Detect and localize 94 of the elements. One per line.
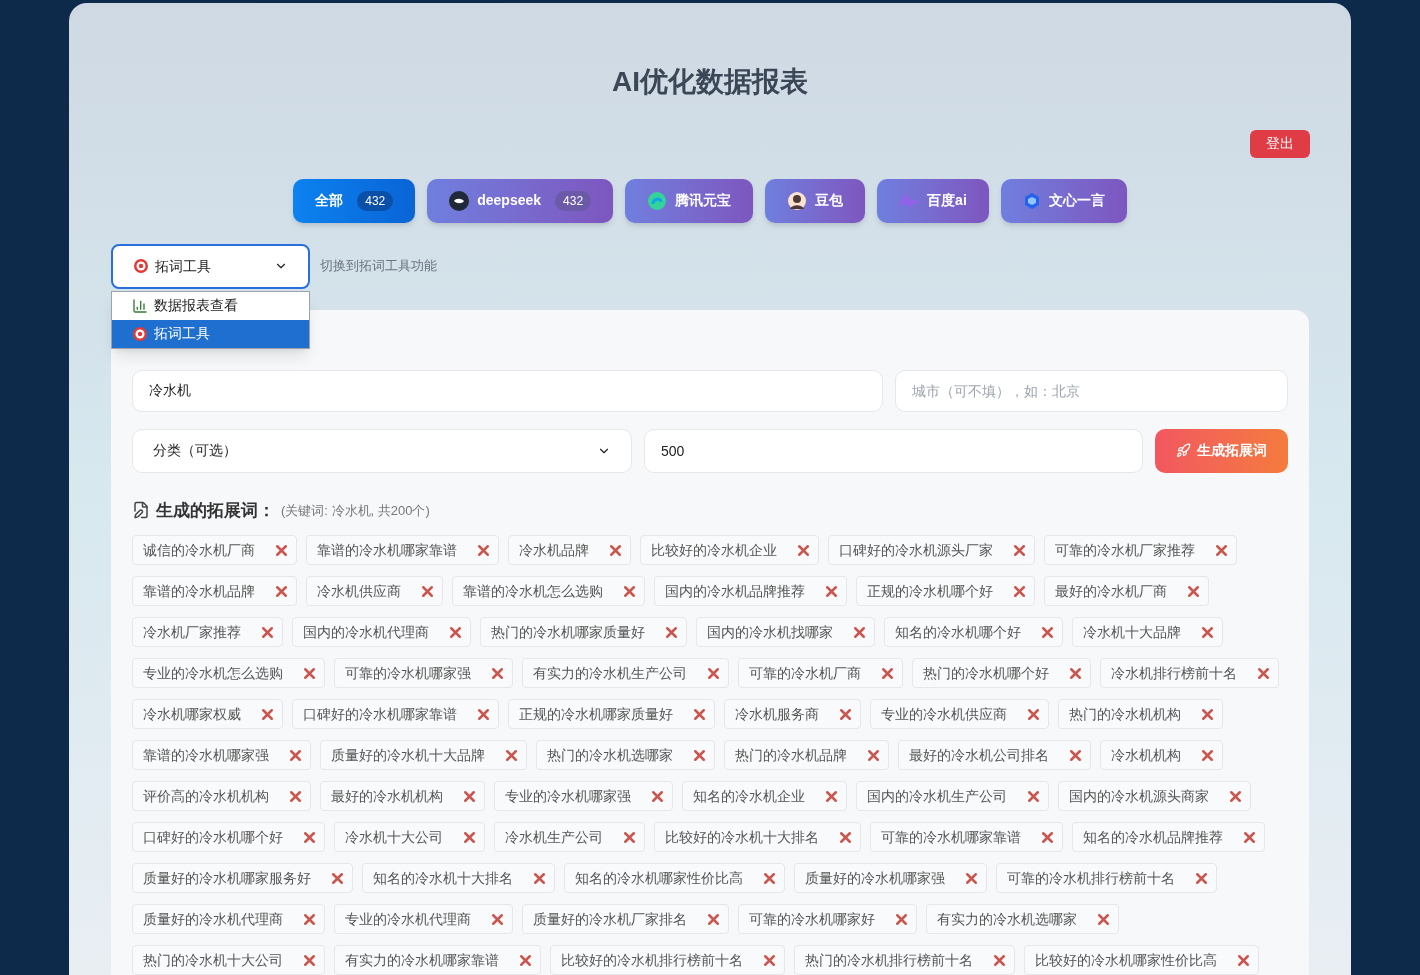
mode-hint: 切换到拓词工具功能 [320, 257, 437, 276]
keyword-tag: 知名的冷水机十大排名 [362, 863, 555, 893]
keyword-tag: 知名的冷水机企业 [682, 781, 847, 811]
keyword-tag: 可靠的冷水机厂家推荐 [1044, 535, 1237, 565]
keyword-tag: 冷水机机构 [1100, 740, 1223, 770]
logout-button[interactable]: 登出 [1250, 130, 1310, 158]
filter-tab[interactable]: 豆包 [765, 178, 866, 223]
keyword-tag: 知名的冷水机哪个好 [884, 617, 1063, 647]
city-input[interactable]: 城市（可不填），如：北京 [895, 369, 1288, 412]
keyword-tag: 国内的冷水机代理商 [292, 617, 471, 647]
generate-button[interactable]: 生成拓展词 [1155, 428, 1288, 473]
target-icon [133, 258, 149, 274]
keyword-tag: 诚信的冷水机厂商 [132, 535, 297, 565]
keyword-tag: 质量好的冷水机厂家排名 [522, 904, 729, 934]
keyword-tag: 热门的冷水机排行榜前十名 [794, 945, 1015, 975]
filter-tab[interactable]: 全部 432 [293, 178, 416, 223]
keyword-tag: 冷水机生产公司 [494, 822, 645, 852]
whale-logo-icon [449, 190, 470, 211]
filter-tab[interactable]: 百度ai [877, 178, 989, 223]
keyword-tag: 可靠的冷水机哪家靠谱 [870, 822, 1063, 852]
count-badge: 432 [555, 190, 592, 211]
keyword-tag: 冷水机供应商 [306, 576, 443, 606]
keyword-tag: 热门的冷水机选哪家 [536, 740, 715, 770]
keyword-tag: 国内的冷水机找哪家 [696, 617, 875, 647]
keyword-tag: 有实力的冷水机生产公司 [522, 658, 729, 688]
keyword-tag: 质量好的冷水机哪家强 [794, 863, 987, 893]
target-icon [132, 325, 148, 342]
keyword-tag: 专业的冷水机供应商 [870, 699, 1049, 729]
keyword-tag: 靠谱的冷水机哪家靠谱 [306, 535, 499, 565]
keyword-tag: 最好的冷水机公司排名 [898, 740, 1091, 770]
note-icon [132, 501, 150, 520]
keyword-tag: 口碑好的冷水机哪个好 [132, 822, 325, 852]
bar-chart-icon [132, 297, 148, 314]
keyword-tag: 最好的冷水机机构 [320, 781, 485, 811]
keyword-tag: 专业的冷水机怎么选购 [132, 658, 325, 688]
keyword-tag: 热门的冷水机哪个好 [912, 658, 1091, 688]
keyword-tag: 口碑好的冷水机哪家靠谱 [292, 699, 499, 729]
keyword-tag: 热门的冷水机机构 [1058, 699, 1223, 729]
keyword-tag: 靠谱的冷水机怎么选购 [452, 576, 645, 606]
keyword-tag: 冷水机服务商 [724, 699, 861, 729]
keyword-tag: 评价高的冷水机机构 [132, 781, 311, 811]
keyword-input[interactable]: 冷水机 [132, 369, 883, 412]
keyword-tag: 比较好的冷水机十大排名 [654, 822, 861, 852]
ai-sparkle-icon [899, 193, 920, 208]
keyword-tag: 质量好的冷水机代理商 [132, 904, 325, 934]
keyword-tag: 质量好的冷水机十大品牌 [320, 740, 527, 770]
keyword-tag: 靠谱的冷水机哪家强 [132, 740, 311, 770]
keyword-tag: 知名的冷水机品牌推荐 [1072, 822, 1265, 852]
filter-tab[interactable]: 腾讯元宝 [625, 178, 754, 223]
keyword-tag: 国内的冷水机源头商家 [1058, 781, 1251, 811]
count-badge: 432 [357, 190, 394, 211]
keyword-tag: 可靠的冷水机厂商 [738, 658, 903, 688]
keyword-tag: 专业的冷水机哪家强 [494, 781, 673, 811]
keyword-tag: 可靠的冷水机哪家强 [334, 658, 513, 688]
results-heading: 生成的拓展词： [156, 499, 275, 522]
keyword-tag: 热门的冷水机品牌 [724, 740, 889, 770]
dropdown-option[interactable]: 拓词工具 [112, 319, 309, 348]
results-summary: (关键词: 冷水机, 共200个) [281, 501, 430, 520]
keyword-tag: 可靠的冷水机排行榜前十名 [996, 863, 1217, 893]
filter-tab[interactable]: deepseek 432 [427, 178, 614, 223]
keyword-tag: 冷水机品牌 [508, 535, 631, 565]
keyword-tag: 质量好的冷水机哪家服务好 [132, 863, 353, 893]
rocket-icon [1176, 443, 1191, 458]
keyword-tag: 热门的冷水机十大公司 [132, 945, 325, 975]
keyword-tag: 最好的冷水机厂商 [1044, 576, 1209, 606]
keyword-tag: 冷水机哪家权威 [132, 699, 283, 729]
keyword-tag: 知名的冷水机哪家性价比高 [564, 863, 785, 893]
keyword-tag: 冷水机十大品牌 [1072, 617, 1223, 647]
keyword-tag: 专业的冷水机代理商 [334, 904, 513, 934]
keyword-tag: 国内的冷水机品牌推荐 [654, 576, 847, 606]
keyword-tag: 靠谱的冷水机品牌 [132, 576, 297, 606]
keyword-tag: 比较好的冷水机企业 [640, 535, 819, 565]
keyword-tag: 冷水机厂家推荐 [132, 617, 283, 647]
keyword-tag: 冷水机十大公司 [334, 822, 485, 852]
category-select[interactable]: 分类（可选） [132, 428, 632, 473]
keyword-tag: 热门的冷水机哪家质量好 [480, 617, 687, 647]
avatar-icon [787, 190, 808, 211]
keyword-tag: 国内的冷水机生产公司 [856, 781, 1049, 811]
keyword-tag: 比较好的冷水机排行榜前十名 [550, 945, 785, 975]
dropdown-option[interactable]: 数据报表查看 [112, 291, 309, 320]
count-input[interactable]: 500 [644, 428, 1143, 473]
keyword-tag: 正规的冷水机哪家质量好 [508, 699, 715, 729]
keyword-tag: 有实力的冷水机哪家靠谱 [334, 945, 541, 975]
keyword-tag: 口碑好的冷水机源头厂家 [828, 535, 1035, 565]
mode-select[interactable]: 拓词工具 [111, 243, 310, 289]
filter-tab[interactable]: 文心一言 [1000, 178, 1127, 223]
keyword-tag: 有实力的冷水机选哪家 [926, 904, 1119, 934]
page-title: AI优化数据报表 [612, 65, 808, 99]
cube-logo-icon [1022, 191, 1041, 210]
keyword-tag: 比较好的冷水机哪家性价比高 [1024, 945, 1259, 975]
keyword-tag: 可靠的冷水机哪家好 [738, 904, 917, 934]
keyword-tag: 冷水机排行榜前十名 [1100, 658, 1279, 688]
swirl-logo-icon [647, 190, 668, 211]
keyword-tag: 正规的冷水机哪个好 [856, 576, 1035, 606]
